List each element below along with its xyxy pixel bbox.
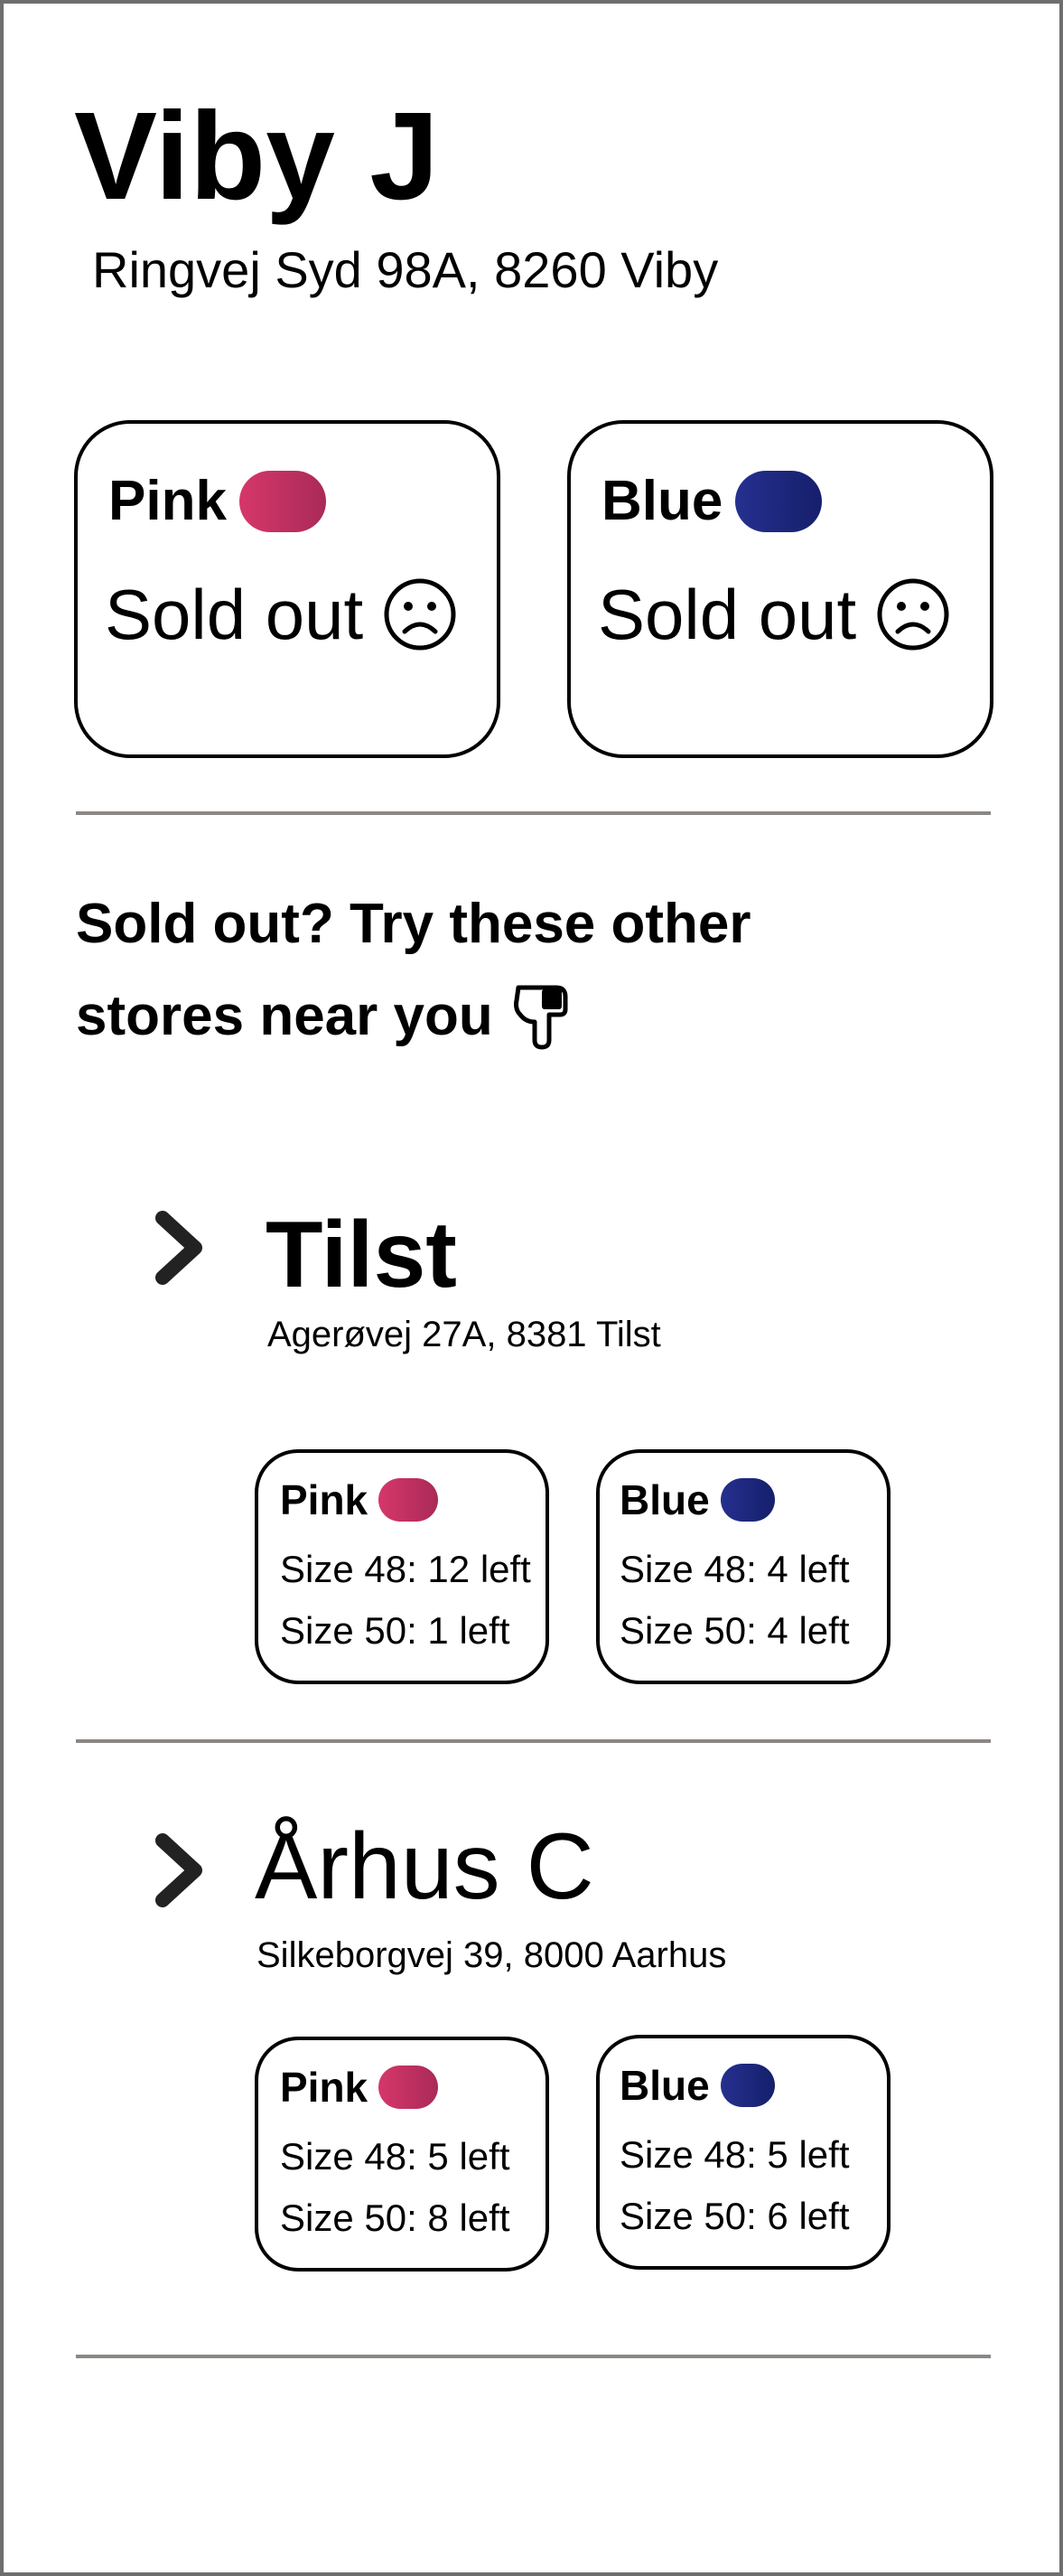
store-address: Ringvej Syd 98A, 8260 Viby bbox=[92, 241, 719, 298]
section-divider bbox=[76, 1739, 991, 1743]
chevron-right-icon[interactable] bbox=[152, 1831, 208, 1909]
app-frame: Viby J Ringvej Syd 98A, 8260 Viby Pink S… bbox=[0, 0, 1063, 2576]
size-stock-line: Size 48: 12 left bbox=[280, 1548, 531, 1590]
size-stock-line: Size 48: 4 left bbox=[620, 1548, 850, 1590]
suggestion-line-2: stores near you bbox=[76, 985, 493, 1047]
section-divider bbox=[76, 2355, 991, 2358]
stock-card-blue: Blue Size 48: 4 left Size 50: 4 left bbox=[596, 1449, 890, 1684]
blue-swatch bbox=[735, 471, 823, 532]
section-divider bbox=[76, 811, 991, 815]
sad-face-icon bbox=[383, 577, 457, 651]
color-label: Pink bbox=[280, 1476, 368, 1523]
size-stock-line: Size 50: 8 left bbox=[280, 2197, 510, 2239]
size-stock-line: Size 48: 5 left bbox=[620, 2133, 850, 2176]
suggestion-line-1: Sold out? Try these other bbox=[76, 893, 751, 955]
sad-face-icon bbox=[876, 577, 950, 651]
store-title: Viby J bbox=[74, 87, 440, 226]
sold-out-label: Sold out bbox=[105, 575, 364, 654]
stock-card-blue: Blue Size 48: 5 left Size 50: 6 left bbox=[596, 2035, 890, 2270]
color-label: Pink bbox=[280, 2064, 368, 2111]
store-address: Silkeborgvej 39, 8000 Aarhus bbox=[256, 1935, 727, 1975]
size-stock-line: Size 50: 6 left bbox=[620, 2195, 850, 2237]
color-label: Pink bbox=[108, 470, 227, 532]
suggestion-heading: Sold out? Try these other stores near yo… bbox=[76, 878, 751, 1063]
size-stock-line: Size 50: 4 left bbox=[620, 1609, 850, 1652]
store-name[interactable]: Århus C bbox=[255, 1820, 594, 1914]
store-address: Agerøvej 27A, 8381 Tilst bbox=[267, 1315, 661, 1354]
pointing-down-hand-icon bbox=[509, 982, 573, 1051]
stock-card-blue: Blue Sold out bbox=[567, 420, 993, 758]
blue-swatch bbox=[720, 1478, 775, 1522]
pink-swatch bbox=[378, 1478, 439, 1522]
blue-swatch bbox=[720, 2064, 775, 2107]
size-stock-line: Size 48: 5 left bbox=[280, 2135, 510, 2178]
sold-out-label: Sold out bbox=[598, 575, 857, 654]
color-label: Blue bbox=[620, 2062, 710, 2109]
stock-card-pink: Pink Sold out bbox=[74, 420, 500, 758]
size-stock-line: Size 50: 1 left bbox=[280, 1609, 510, 1652]
stock-card-pink: Pink Size 48: 12 left Size 50: 1 left bbox=[255, 1449, 549, 1684]
stock-card-pink: Pink Size 48: 5 left Size 50: 8 left bbox=[255, 2037, 549, 2272]
pink-swatch bbox=[378, 2065, 439, 2109]
pink-swatch bbox=[238, 471, 326, 532]
color-label: Blue bbox=[601, 470, 723, 532]
store-name[interactable]: Tilst bbox=[266, 1208, 457, 1302]
chevron-right-icon[interactable] bbox=[152, 1209, 208, 1287]
color-label: Blue bbox=[620, 1476, 710, 1523]
